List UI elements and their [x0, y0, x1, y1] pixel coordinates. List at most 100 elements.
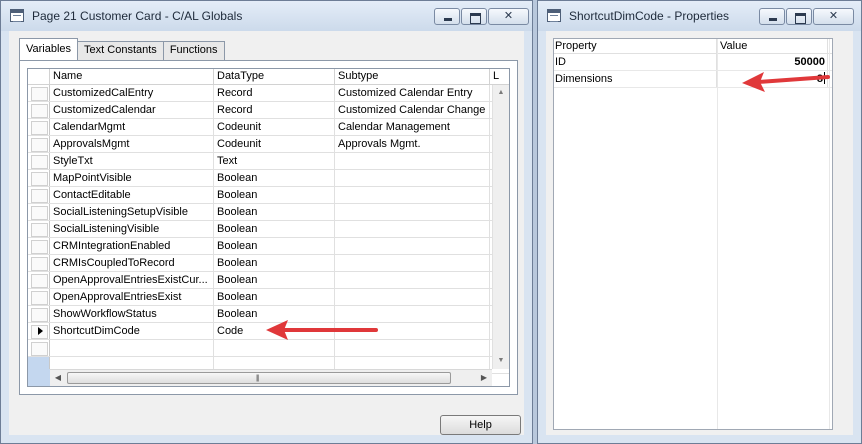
close-icon[interactable] — [813, 8, 854, 25]
grid-header: Name DataType Subtype L — [28, 69, 509, 85]
table-row[interactable]: CRMIntegrationEnabled Boolean — [28, 238, 509, 255]
row-selector[interactable] — [28, 306, 50, 322]
minimize-icon[interactable] — [434, 8, 460, 25]
row-selector[interactable] — [28, 136, 50, 152]
cell-name[interactable]: StyleTxt — [50, 153, 214, 169]
row-selector[interactable] — [28, 102, 50, 118]
table-row[interactable]: CalendarMgmt Codeunit Calendar Management — [28, 119, 509, 136]
title-bar[interactable]: ShortcutDimCode - Properties — [538, 1, 861, 31]
cell-name[interactable]: ApprovalsMgmt — [50, 136, 214, 152]
cell-datatype[interactable]: Boolean — [214, 187, 335, 203]
cell-subtype[interactable] — [335, 187, 490, 203]
table-row[interactable]: ApprovalsMgmt Codeunit Approvals Mgmt. — [28, 136, 509, 153]
table-row[interactable]: OpenApprovalEntriesExistCur... Boolean — [28, 272, 509, 289]
title-bar[interactable]: Page 21 Customer Card - C/AL Globals — [1, 1, 532, 31]
cell-datatype[interactable]: Boolean — [214, 289, 335, 305]
horizontal-scrollbar[interactable]: ◀ ||| ▶ — [50, 369, 492, 386]
cell-datatype[interactable]: Boolean — [214, 221, 335, 237]
vertical-scrollbar[interactable]: ▲ ▼ — [492, 85, 509, 369]
tab-variables[interactable]: Variables — [19, 38, 79, 60]
cell-datatype[interactable]: Text — [214, 153, 335, 169]
table-row[interactable]: StyleTxt Text — [28, 153, 509, 170]
window-icon — [547, 9, 561, 22]
column-header-datatype[interactable]: DataType — [214, 69, 335, 85]
cell-datatype[interactable]: Codeunit — [214, 136, 335, 152]
cell-subtype[interactable] — [335, 221, 490, 237]
help-button[interactable]: Help — [440, 415, 521, 435]
row-selector[interactable] — [28, 323, 50, 339]
column-header-length[interactable]: L — [490, 69, 509, 85]
column-header-subtype[interactable]: Subtype — [335, 69, 490, 85]
row-selector[interactable] — [28, 289, 50, 305]
table-row[interactable]: ContactEditable Boolean — [28, 187, 509, 204]
cell-datatype[interactable]: Boolean — [214, 255, 335, 271]
row-selector[interactable] — [28, 272, 50, 288]
cell-name[interactable]: CRMIsCoupledToRecord — [50, 255, 214, 271]
cell-subtype[interactable] — [335, 289, 490, 305]
maximize-icon[interactable] — [461, 8, 487, 25]
cell-subtype[interactable] — [335, 153, 490, 169]
cell-name[interactable]: MapPointVisible — [50, 170, 214, 186]
table-row[interactable]: SocialListeningSetupVisible Boolean — [28, 204, 509, 221]
scroll-right-icon[interactable]: ▶ — [476, 370, 492, 386]
cell-subtype[interactable] — [335, 238, 490, 254]
cell-name[interactable]: SocialListeningSetupVisible — [50, 204, 214, 220]
cell-name[interactable]: ShortcutDimCode — [50, 323, 214, 339]
cell-datatype[interactable]: Boolean — [214, 204, 335, 220]
cell-name[interactable]: CustomizedCalEntry — [50, 85, 214, 101]
cell-name[interactable]: OpenApprovalEntriesExistCur... — [50, 272, 214, 288]
table-row[interactable]: SocialListeningVisible Boolean — [28, 221, 509, 238]
cell-subtype[interactable] — [335, 255, 490, 271]
cell-name[interactable]: ShowWorkflowStatus — [50, 306, 214, 322]
cell-name[interactable]: OpenApprovalEntriesExist — [50, 289, 214, 305]
cell-name[interactable]: CustomizedCalendar — [50, 102, 214, 118]
table-row[interactable]: CustomizedCalEntry Record Customized Calen… — [28, 85, 509, 102]
cell-datatype[interactable]: Boolean — [214, 272, 335, 288]
scroll-down-icon[interactable]: ▼ — [493, 353, 509, 369]
row-selector[interactable] — [28, 221, 50, 237]
cell-subtype[interactable] — [335, 204, 490, 220]
column-header-name[interactable]: Name — [50, 69, 214, 85]
tab-functions[interactable]: Functions — [162, 41, 225, 60]
table-row[interactable]: CustomizedCalendar Record Customized Calen… — [28, 102, 509, 119]
cell-name[interactable]: CRMIntegrationEnabled — [50, 238, 214, 254]
scroll-left-icon[interactable]: ◀ — [50, 370, 66, 386]
close-icon[interactable] — [488, 8, 529, 25]
horizontal-scroll-thumb[interactable]: ||| — [67, 372, 451, 384]
cell-name[interactable]: ContactEditable — [50, 187, 214, 203]
row-selector[interactable] — [28, 238, 50, 254]
row-selector[interactable] — [28, 204, 50, 220]
maximize-icon[interactable] — [786, 8, 812, 25]
empty-cell[interactable] — [28, 340, 50, 356]
tab-text-constants[interactable]: Text Constants — [77, 41, 164, 60]
properties-window: ShortcutDimCode - Properties Property Va… — [537, 0, 862, 444]
table-row[interactable]: MapPointVisible Boolean — [28, 170, 509, 187]
minimize-icon[interactable] — [759, 8, 785, 25]
table-row[interactable]: CRMIsCoupledToRecord Boolean — [28, 255, 509, 272]
cell-datatype[interactable]: Boolean — [214, 170, 335, 186]
cell-name[interactable]: SocialListeningVisible — [50, 221, 214, 237]
table-row[interactable]: OpenApprovalEntriesExist Boolean — [28, 289, 509, 306]
row-selector[interactable] — [28, 170, 50, 186]
cell-datatype[interactable]: Boolean — [214, 238, 335, 254]
row-selector[interactable] — [28, 255, 50, 271]
cell-subtype[interactable]: Approvals Mgmt. — [335, 136, 490, 152]
cell-subtype[interactable]: Customized Calendar Entry — [335, 85, 490, 101]
scroll-grip-icon: ||| — [256, 375, 260, 382]
row-selector[interactable] — [28, 153, 50, 169]
cell-datatype[interactable]: Record — [214, 102, 335, 118]
empty-cell[interactable] — [50, 340, 214, 356]
cell-datatype[interactable]: Codeunit — [214, 119, 335, 135]
cell-subtype[interactable] — [335, 272, 490, 288]
cell-name[interactable]: CalendarMgmt — [50, 119, 214, 135]
cell-subtype[interactable]: Customized Calendar Change — [335, 102, 490, 118]
cell-subtype[interactable] — [335, 170, 490, 186]
property-name: ID — [554, 54, 717, 70]
scroll-up-icon[interactable]: ▲ — [493, 85, 509, 101]
row-selector[interactable] — [28, 187, 50, 203]
row-selector[interactable] — [28, 119, 50, 135]
annotation-arrow-icon — [742, 72, 830, 92]
cell-subtype[interactable]: Calendar Management — [335, 119, 490, 135]
row-selector[interactable] — [28, 85, 50, 101]
cell-datatype[interactable]: Record — [214, 85, 335, 101]
